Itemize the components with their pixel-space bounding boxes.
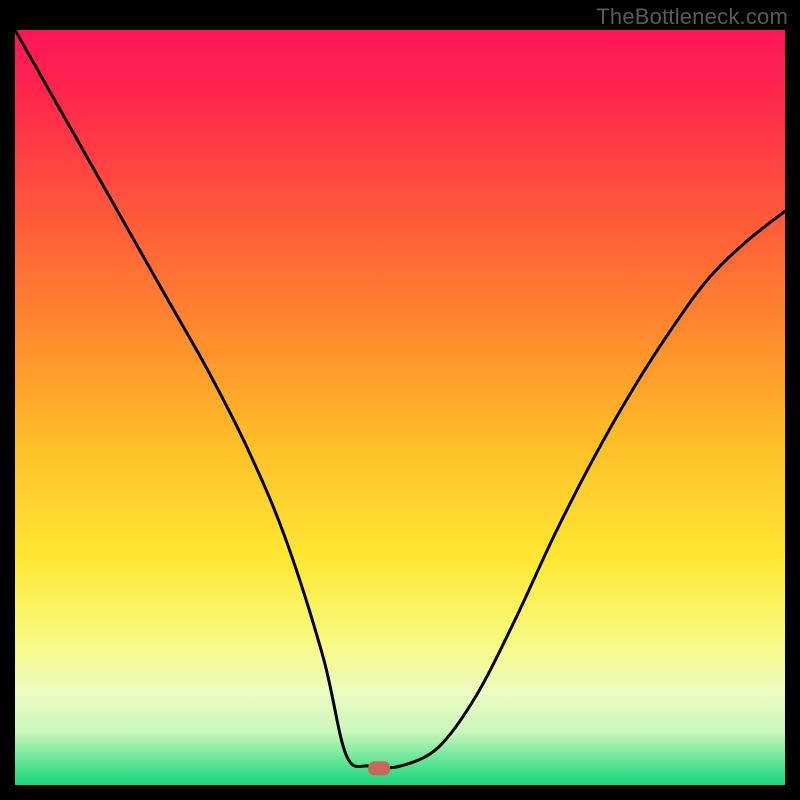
gradient-background [15,30,785,785]
chart-frame: TheBottleneck.com [0,0,800,800]
chart-plot [15,30,785,785]
chart-svg [15,30,785,785]
optimal-marker [368,761,390,775]
watermark-text: TheBottleneck.com [596,4,788,30]
